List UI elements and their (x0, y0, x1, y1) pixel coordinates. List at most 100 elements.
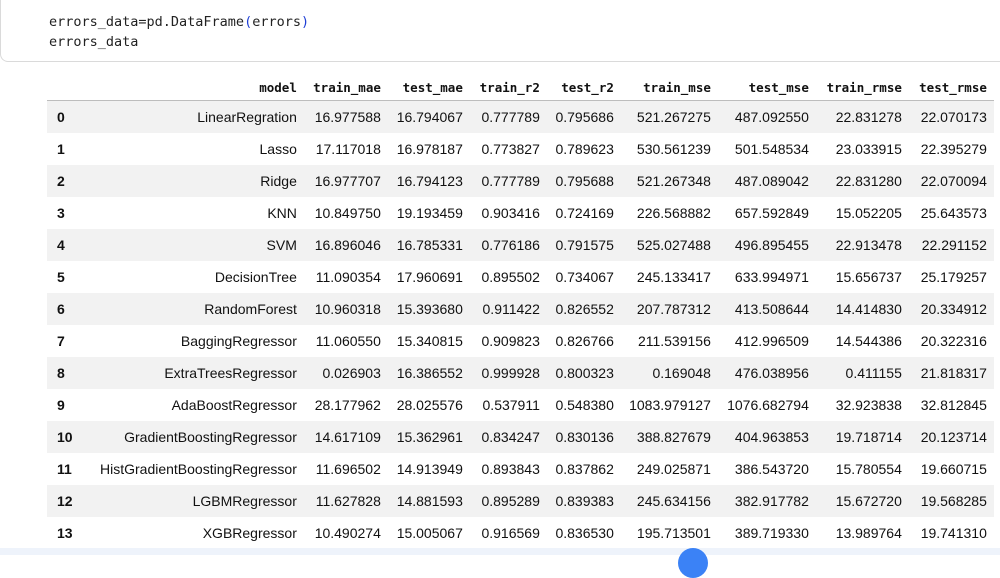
cell-train-mae: 10.849750 (314, 205, 381, 221)
cell-test-r2: 0.795688 (546, 165, 621, 197)
table-row: 6 RandomForest 10.960318 15.393680 0.911422 0… (47, 293, 994, 325)
cell-test-r2: 0.789623 (555, 141, 614, 157)
cell-model: Ridge (100, 165, 304, 197)
cell-test-mae: 16.978187 (396, 141, 463, 157)
cell-train-mae: 14.617109 (303, 421, 388, 453)
cell-train-rmse: 22.913478 (815, 229, 909, 261)
cell-train-r2: 0.999928 (469, 357, 547, 389)
cell-test-mae: 15.005067 (396, 525, 463, 541)
cell-output: model train_mae test_mae train_r2 test_r2 tra… (0, 62, 1000, 548)
cell-test-rmse: 19.741310 (920, 525, 987, 541)
cell-model: SVM (100, 229, 304, 261)
cell-test-mse: 386.543720 (734, 461, 809, 477)
cell-train-r2: 0.895502 (481, 269, 540, 285)
cell-train-mae: 11.696502 (315, 461, 381, 477)
cell-test-mse: 633.994971 (734, 269, 809, 285)
cell-train-mse: 0.169048 (620, 357, 718, 389)
code-text: errors_data=pd.DataFrame (49, 14, 245, 30)
cell-train-r2: 0.911422 (469, 293, 547, 325)
row-index: 9 (57, 397, 65, 413)
row-index: 0 (47, 100, 100, 133)
cell-model: HistGradientBoostingRegressor (100, 461, 297, 477)
cell-test-rmse: 21.818317 (908, 357, 994, 389)
cell-train-rmse: 15.052205 (835, 205, 902, 221)
cell-model: DecisionTree (214, 269, 297, 285)
cell-test-mae: 15.340815 (396, 333, 463, 349)
column-header-train-r2: train_r2 (469, 74, 547, 101)
cell-train-mse: 1083.979127 (629, 397, 711, 413)
cell-test-mse: 487.089042 (717, 165, 816, 197)
cell-test-r2: 0.839383 (546, 485, 621, 517)
cell-train-mae: 16.977588 (303, 100, 388, 133)
row-index: 3 (57, 205, 65, 221)
cell-train-mse: 388.827679 (620, 421, 718, 453)
cell-train-r2: 0.834247 (469, 421, 547, 453)
cell-test-mse: 487.092550 (717, 100, 816, 133)
table-row: 8 ExtraTreesRegressor 0.026903 16.386552 0.9… (47, 357, 994, 389)
code-line-2: errors_data (49, 34, 139, 50)
cell-test-mae: 16.785331 (387, 229, 470, 261)
row-index: 1 (57, 141, 65, 157)
cell-test-mae: 14.881593 (387, 485, 470, 517)
cell-train-rmse: 32.923838 (835, 397, 902, 413)
row-index: 8 (47, 357, 100, 389)
cell-test-rmse: 22.070173 (908, 100, 994, 133)
cell-test-mae: 19.193459 (396, 205, 463, 221)
cell-model: Lasso (259, 141, 297, 157)
table-row: 1 Lasso 17.117018 16.978187 0.773827 0.789623… (47, 133, 994, 165)
code-editor[interactable]: errors_data=pd.DataFrame(errors) errors_… (49, 12, 309, 52)
code-text: errors (252, 14, 301, 30)
table-row: 2 Ridge 16.977707 16.794123 0.777789 0.795688… (47, 165, 994, 197)
table-row: 4 SVM 16.896046 16.785331 0.776186 0.791575 52… (47, 229, 994, 261)
cell-test-mae: 14.913949 (396, 461, 463, 477)
cell-model: AdaBoostRegressor (171, 397, 297, 413)
cell-test-r2: 0.836530 (555, 525, 614, 541)
cell-train-mse: 245.634156 (620, 485, 718, 517)
cell-test-r2: 0.837862 (555, 461, 614, 477)
table-row: 7 BaggingRegressor 11.060550 15.340815 0.909… (47, 325, 994, 357)
row-index: 4 (47, 229, 100, 261)
column-header-train-mae: train_mae (303, 74, 388, 101)
cell-test-mse: 657.592849 (734, 205, 809, 221)
cell-train-rmse: 15.672720 (815, 485, 909, 517)
table-row: 10 GradientBoostingRegressor 14.617109 15.3… (47, 421, 994, 453)
cell-train-mse: 521.267348 (620, 165, 718, 197)
cell-train-mae: 11.060550 (315, 333, 381, 349)
cell-test-mse: 382.917782 (717, 485, 816, 517)
cell-model: BaggingRegressor (180, 333, 297, 349)
code-cell[interactable]: errors_data=pd.DataFrame(errors) errors_… (0, 0, 1000, 62)
cell-test-rmse: 25.179257 (920, 269, 987, 285)
cell-train-r2: 0.777789 (469, 100, 547, 133)
cell-train-mse: 226.568882 (636, 205, 711, 221)
cell-train-rmse: 14.414830 (815, 293, 909, 325)
cell-train-r2: 0.903416 (481, 205, 540, 221)
cell-train-mse: 521.267275 (620, 100, 718, 133)
cell-train-mae: 16.977707 (303, 165, 388, 197)
cell-test-r2: 0.800323 (546, 357, 621, 389)
row-index: 6 (47, 293, 100, 325)
cell-model: ExtraTreesRegressor (100, 357, 304, 389)
bottom-bar (0, 548, 1000, 555)
table-header-row: model train_mae test_mae train_r2 test_r2 tra… (47, 74, 994, 101)
row-index: 7 (57, 333, 65, 349)
table-row: 13 XGBRegressor 10.490274 15.005067 0.916569… (47, 517, 994, 549)
cell-train-mae: 0.026903 (303, 357, 388, 389)
cell-test-rmse: 22.291152 (908, 229, 994, 261)
cell-train-r2: 0.893843 (481, 461, 540, 477)
cell-test-mse: 389.719330 (734, 525, 809, 541)
cell-train-rmse: 13.989764 (835, 525, 902, 541)
cell-test-mse: 476.038956 (717, 357, 816, 389)
floating-action-button[interactable] (678, 548, 708, 578)
cell-train-r2: 0.537911 (482, 397, 540, 413)
code-paren: ) (301, 14, 310, 30)
cell-train-r2: 0.909823 (481, 333, 540, 349)
cell-train-r2: 0.895289 (469, 485, 547, 517)
cell-train-rmse: 23.033915 (835, 141, 902, 157)
column-header-test-r2: test_r2 (546, 74, 621, 101)
cell-test-mae: 15.362961 (387, 421, 470, 453)
table-row: 9 AdaBoostRegressor 28.177962 28.025576 0.53… (47, 389, 994, 421)
row-index: 12 (47, 485, 100, 517)
cell-test-r2: 0.826766 (555, 333, 614, 349)
cell-test-mae: 15.393680 (387, 293, 470, 325)
row-index: 5 (57, 269, 65, 285)
